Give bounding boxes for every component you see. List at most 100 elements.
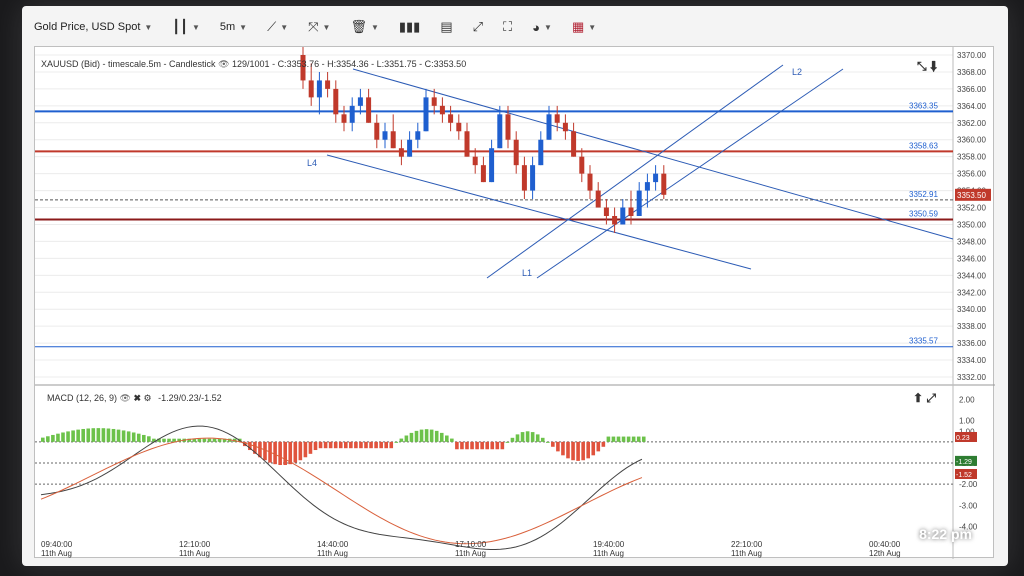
price-tick-label: 3360.00	[957, 136, 986, 145]
candle-body	[505, 114, 511, 140]
macd-histogram-bar	[76, 429, 80, 442]
time-tick-label: 22:10:00	[731, 540, 763, 549]
time-tick-date: 12th Aug	[869, 549, 901, 558]
candle-body	[472, 156, 478, 166]
candle-body	[423, 97, 429, 132]
eye-icon[interactable]: 👁	[120, 393, 134, 403]
macd-histogram-bar	[450, 438, 454, 442]
macd-histogram-bar	[61, 432, 65, 442]
crosshair-tools-button[interactable]: ⤧ ▼	[308, 19, 330, 35]
macd-histogram-bar	[419, 429, 424, 442]
macd-histogram-bar	[147, 436, 151, 442]
macd-histogram-bar	[338, 441, 343, 449]
macd-histogram-bar	[439, 432, 444, 442]
price-tick-label: 3332.00	[957, 373, 986, 382]
macd-histogram-bar	[409, 432, 414, 442]
macd-histogram-bar	[197, 438, 202, 442]
macd-histogram-bar	[136, 433, 141, 442]
time-tick-label: 00:40:00	[869, 540, 901, 549]
layout-button[interactable]: ▤	[440, 19, 452, 35]
fullscreen-button[interactable]: ⤢	[473, 19, 483, 35]
trendline-label: L4	[307, 158, 317, 168]
macd-tick-label: -3.00	[959, 501, 978, 510]
price-tick-label: 3334.00	[957, 356, 986, 365]
macd-histogram-bar	[323, 441, 328, 449]
fit-button[interactable]: ⛶	[503, 19, 512, 35]
macd-histogram-bar	[546, 441, 550, 443]
price-tick-label: 3348.00	[957, 237, 986, 246]
candle-body	[513, 139, 519, 166]
macd-histogram-bar	[591, 441, 596, 456]
macd-histogram-bar	[475, 441, 479, 450]
language-button[interactable]: ▦ ▼	[572, 19, 596, 35]
arrow-down-icon[interactable]: ⬇	[930, 59, 937, 73]
candle-body	[316, 80, 322, 98]
macd-histogram-bar	[520, 432, 525, 442]
timeframe-selector[interactable]: 5m ▼	[220, 21, 247, 33]
price-tick-label: 3364.00	[957, 102, 986, 111]
macd-histogram-bar	[581, 441, 585, 461]
time-tick-date: 11th Aug	[317, 549, 348, 558]
macd-histogram-bar	[606, 436, 611, 442]
trendline	[326, 154, 752, 270]
chevron-down-icon: ▼	[322, 22, 331, 32]
clock: 8:22 pm	[919, 526, 972, 542]
fit-icon: ⛶	[503, 19, 513, 34]
macd-histogram-bar	[303, 441, 308, 458]
macd-histogram-bar	[500, 441, 505, 450]
candle-body	[464, 131, 470, 157]
candle-type-button[interactable]: ┃┃ ▼	[172, 19, 200, 35]
chevron-down-icon: ▼	[280, 22, 289, 32]
candle-body	[308, 80, 314, 98]
macd-histogram-bar	[283, 441, 287, 466]
macd-header: MACD (12, 26, 9) 👁 ✖ ⚙ -1.29/0.23/-1.52	[47, 393, 222, 404]
time-tick-date: 11th Aug	[41, 549, 72, 558]
candle-body	[562, 122, 568, 132]
macd-histogram-bar	[596, 441, 601, 452]
macd-histogram-bar	[551, 441, 555, 447]
drawing-tools-button[interactable]: ⟋ ▼	[267, 19, 288, 35]
instrument-selector[interactable]: Gold Price, USD Spot ▼	[34, 21, 152, 33]
macd-histogram-bar	[212, 438, 217, 442]
macd-histogram-bar	[369, 441, 373, 449]
chart-area[interactable]: 3363.35 3358.63 3352.91 3350.59 3335.57 L1 L2…	[34, 46, 995, 559]
price-tick-label: 3336.00	[957, 339, 986, 348]
chart-ohlc: C:3353.76 - H:3354.36 - L:3351.75 - C:33…	[277, 59, 467, 69]
macd-histogram-bar	[535, 434, 540, 442]
candle-body	[341, 114, 347, 123]
candle-body	[636, 190, 642, 216]
price-tick-label: 3346.00	[957, 254, 986, 263]
arrow-up-icon[interactable]: ⬆	[913, 391, 923, 405]
gear-icon[interactable]: ⚙	[144, 393, 152, 403]
eye-icon[interactable]: 👁	[218, 59, 232, 69]
price-tick-label: 3362.00	[957, 119, 986, 128]
delete-button[interactable]: 🗑 ▼	[350, 19, 378, 35]
chevron-down-icon: ▼	[191, 22, 200, 32]
macd-histogram-bar	[354, 441, 358, 449]
expand-icon[interactable]: ⤢	[926, 391, 936, 405]
candle-body	[653, 173, 659, 183]
level-label: 3350.59	[909, 209, 938, 218]
macd-value-label: 0.23	[956, 435, 970, 442]
macd-histogram-bar	[576, 441, 580, 461]
macd-histogram-bar	[384, 441, 388, 449]
macd-pane-controls[interactable]: ⬆ ⤢	[913, 391, 936, 406]
macd-histogram-bar	[586, 441, 590, 459]
candle-body	[587, 173, 593, 191]
theme-button[interactable]: ◕ ▼	[532, 20, 552, 35]
macd-histogram-bar	[379, 441, 383, 449]
price-tick-label: 3370.00	[957, 51, 986, 60]
macd-histogram-bar	[404, 435, 409, 442]
macd-histogram-bar	[636, 436, 641, 442]
indicators-button[interactable]: ▮▮▮	[399, 19, 420, 35]
close-icon[interactable]: ✖	[133, 393, 141, 403]
macd-histogram-bar	[616, 436, 621, 442]
collapse-icon[interactable]: ⤡	[917, 59, 927, 73]
trendline-label: L2	[792, 67, 802, 77]
macd-histogram-bar	[46, 436, 50, 442]
macd-histogram-bar	[349, 441, 353, 449]
price-tick-label: 3366.00	[957, 85, 986, 94]
candle-body	[579, 156, 585, 174]
macd-title: MACD (12, 26, 9)	[47, 393, 118, 403]
pane-controls[interactable]: ⤡ ⬇	[917, 59, 937, 74]
